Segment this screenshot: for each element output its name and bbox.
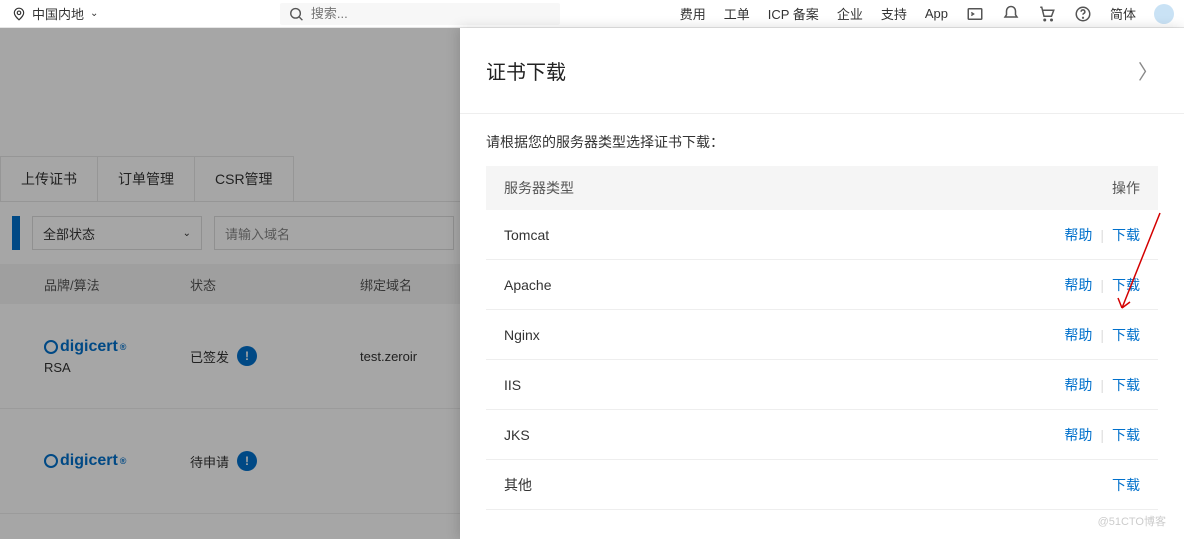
lang-selector[interactable]: 简体 xyxy=(1110,4,1136,23)
region-selector[interactable]: 中国内地 ⌄ xyxy=(0,4,110,23)
download-link[interactable]: 下载 xyxy=(1112,375,1140,395)
server-type-label: Apache xyxy=(504,277,1064,293)
search-box[interactable] xyxy=(280,3,560,25)
server-type-label: Tomcat xyxy=(504,227,1064,243)
download-table-header: 服务器类型 操作 xyxy=(486,166,1158,210)
help-icon[interactable] xyxy=(1074,5,1092,23)
server-type-label: JKS xyxy=(504,427,1064,443)
download-link[interactable]: 下载 xyxy=(1112,475,1140,495)
nav-fee[interactable]: 费用 xyxy=(680,4,706,23)
nav-right: 费用 工单 ICP 备案 企业 支持 App 简体 xyxy=(680,4,1184,24)
help-link[interactable]: 帮助 xyxy=(1064,425,1092,445)
help-link[interactable]: 帮助 xyxy=(1064,325,1092,345)
nav-enterprise[interactable]: 企业 xyxy=(837,4,863,23)
region-label: 中国内地 xyxy=(32,4,84,23)
separator: | xyxy=(1100,327,1104,343)
panel-header: 证书下载 〉 xyxy=(460,28,1184,114)
avatar[interactable] xyxy=(1154,4,1174,24)
chevron-down-icon: ⌄ xyxy=(90,8,98,19)
search-icon xyxy=(288,5,304,23)
top-nav: 中国内地 ⌄ 费用 工单 ICP 备案 企业 支持 App 简体 xyxy=(0,0,1184,28)
cart-icon[interactable] xyxy=(1038,5,1056,23)
download-row: Apache帮助 | 下载 xyxy=(486,260,1158,310)
location-icon xyxy=(12,7,26,21)
download-link[interactable]: 下载 xyxy=(1112,275,1140,295)
download-link[interactable]: 下载 xyxy=(1112,325,1140,345)
th-server-type: 服务器类型 xyxy=(504,178,1080,198)
nav-app[interactable]: App xyxy=(925,6,948,21)
panel-subtitle: 请根据您的服务器类型选择证书下载： xyxy=(460,114,1184,166)
search-input[interactable] xyxy=(311,6,553,21)
download-row: JKS帮助 | 下载 xyxy=(486,410,1158,460)
nav-ticket[interactable]: 工单 xyxy=(724,4,750,23)
watermark: @51CTO博客 xyxy=(1098,513,1166,529)
help-link[interactable]: 帮助 xyxy=(1064,225,1092,245)
action-cell: 帮助 | 下载 xyxy=(1064,225,1140,245)
action-cell: 帮助 | 下载 xyxy=(1064,275,1140,295)
separator: | xyxy=(1100,227,1104,243)
server-type-label: Nginx xyxy=(504,327,1064,343)
separator: | xyxy=(1100,427,1104,443)
download-link[interactable]: 下载 xyxy=(1112,225,1140,245)
separator: | xyxy=(1100,377,1104,393)
close-icon[interactable]: 〉 xyxy=(1138,56,1158,85)
bell-icon[interactable] xyxy=(1002,5,1020,23)
th-action: 操作 xyxy=(1080,178,1140,198)
action-cell: 帮助 | 下载 xyxy=(1064,375,1140,395)
help-link[interactable]: 帮助 xyxy=(1064,375,1092,395)
download-row: Nginx帮助 | 下载 xyxy=(486,310,1158,360)
download-row: Tomcat帮助 | 下载 xyxy=(486,210,1158,260)
action-cell: 下载 xyxy=(1112,475,1140,495)
download-panel: 证书下载 〉 请根据您的服务器类型选择证书下载： 服务器类型 操作 Tomcat… xyxy=(460,28,1184,539)
terminal-icon[interactable] xyxy=(966,5,984,23)
download-row: IIS帮助 | 下载 xyxy=(486,360,1158,410)
server-type-label: IIS xyxy=(504,377,1064,393)
download-link[interactable]: 下载 xyxy=(1112,425,1140,445)
nav-support[interactable]: 支持 xyxy=(881,4,907,23)
server-type-label: 其他 xyxy=(504,475,1112,495)
separator: | xyxy=(1100,277,1104,293)
action-cell: 帮助 | 下载 xyxy=(1064,325,1140,345)
action-cell: 帮助 | 下载 xyxy=(1064,425,1140,445)
nav-icp[interactable]: ICP 备案 xyxy=(768,4,819,23)
download-row: 其他下载 xyxy=(486,460,1158,510)
panel-title: 证书下载 xyxy=(486,56,566,85)
help-link[interactable]: 帮助 xyxy=(1064,275,1092,295)
